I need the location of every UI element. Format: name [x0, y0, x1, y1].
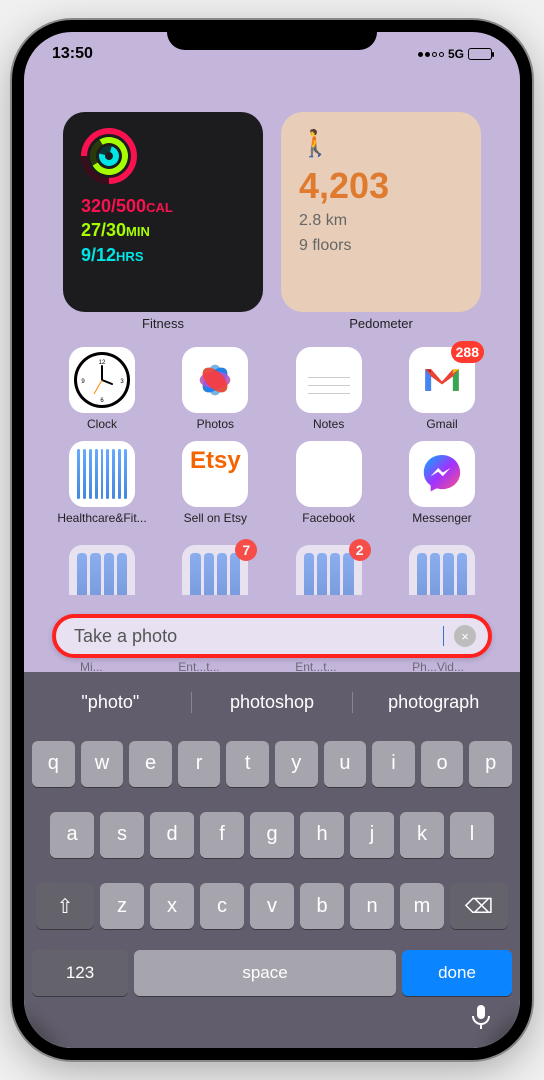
key-e[interactable]: e: [129, 741, 172, 787]
kb-row-2: asdfghjkl: [32, 812, 512, 858]
key-b[interactable]: b: [300, 883, 344, 929]
etsy-icon: Etsy: [182, 441, 248, 507]
key-z[interactable]: z: [100, 883, 144, 929]
key-o[interactable]: o: [421, 741, 464, 787]
rename-input[interactable]: [74, 626, 443, 647]
fitness-widget[interactable]: 320/500CAL 27/30MIN 9/12HRS: [63, 112, 263, 312]
pedometer-steps: 4,203: [299, 165, 463, 207]
key-w[interactable]: w: [81, 741, 124, 787]
suggestion-1[interactable]: "photo": [30, 692, 192, 713]
app-clock[interactable]: 123 69 Clock: [52, 347, 152, 431]
app-gmail[interactable]: 288 Gmail: [392, 347, 492, 431]
activity-rings-icon: [81, 128, 137, 184]
kb-row-3: ⇧ zxcvbnm ⌫: [32, 883, 512, 929]
key-a[interactable]: a: [50, 812, 94, 858]
key-d[interactable]: d: [150, 812, 194, 858]
messenger-icon: [409, 441, 475, 507]
pedometer-floors: 9 floors: [299, 236, 463, 257]
photos-icon: [182, 347, 248, 413]
suggestion-2[interactable]: photoshop: [192, 692, 354, 713]
pedometer-widget-label: Pedometer: [349, 316, 413, 331]
battery-icon: [468, 48, 492, 60]
key-h[interactable]: h: [300, 812, 344, 858]
suggestion-bar: "photo" photoshop photograph: [30, 680, 514, 724]
phone-frame: 13:50 5G 320/500CAL 27/30MIN: [12, 20, 532, 1060]
key-s[interactable]: s: [100, 812, 144, 858]
key-y[interactable]: y: [275, 741, 318, 787]
key-q[interactable]: q: [32, 741, 75, 787]
gmail-badge: 288: [451, 341, 484, 363]
truncated-folder-labels: Mi... Ent...t... Ent...t... Ph...Vid...: [52, 658, 492, 674]
folder-icon: [69, 441, 135, 507]
key-v[interactable]: v: [250, 883, 294, 929]
status-right: 5G: [418, 47, 492, 61]
peek-badge-2: 2: [349, 539, 371, 561]
svg-text:9: 9: [81, 379, 85, 385]
app-photos[interactable]: Photos: [165, 347, 265, 431]
facebook-icon: f: [296, 441, 362, 507]
app-library-rename-field[interactable]: ×: [52, 614, 492, 658]
dictation-button[interactable]: [470, 1004, 492, 1036]
svg-text:3: 3: [120, 379, 124, 385]
key-k[interactable]: k: [400, 812, 444, 858]
fitness-widget-label: Fitness: [142, 316, 184, 331]
key-j[interactable]: j: [350, 812, 394, 858]
app-facebook[interactable]: f Facebook: [279, 441, 379, 525]
key-t[interactable]: t: [226, 741, 269, 787]
key-delete[interactable]: ⌫: [450, 883, 508, 929]
notes-icon: [296, 347, 362, 413]
clear-text-button[interactable]: ×: [454, 625, 476, 647]
peek-badge-1: 7: [235, 539, 257, 561]
key-p[interactable]: p: [469, 741, 512, 787]
keyboard: "photo" photoshop photograph qwertyuiop …: [24, 672, 520, 1048]
pedometer-distance: 2.8 km: [299, 211, 463, 232]
fitness-min: 27/30: [81, 220, 126, 240]
signal-dots-icon: [418, 52, 444, 57]
key-x[interactable]: x: [150, 883, 194, 929]
key-f[interactable]: f: [200, 812, 244, 858]
kb-row-1: qwertyuiop: [32, 741, 512, 787]
svg-text:6: 6: [100, 398, 104, 404]
key-c[interactable]: c: [200, 883, 244, 929]
svg-text:12: 12: [99, 360, 106, 366]
folder-healthcare[interactable]: Healthcare&Fit...: [52, 441, 152, 525]
close-icon: ×: [461, 629, 469, 644]
key-n[interactable]: n: [350, 883, 394, 929]
key-shift[interactable]: ⇧: [36, 883, 94, 929]
folder-peek-3[interactable]: 2: [279, 545, 379, 595]
clock-icon: 12 3 6 9: [74, 352, 130, 408]
screen: 13:50 5G 320/500CAL 27/30MIN: [24, 32, 520, 1048]
status-time: 13:50: [52, 45, 93, 63]
walker-icon: 🚶: [299, 128, 463, 159]
key-u[interactable]: u: [324, 741, 367, 787]
key-r[interactable]: r: [178, 741, 221, 787]
app-etsy[interactable]: Etsy Sell on Etsy: [165, 441, 265, 525]
app-messenger[interactable]: Messenger: [392, 441, 492, 525]
fitness-hrs: 9/12: [81, 245, 116, 265]
folder-peek-4[interactable]: [392, 545, 492, 595]
pedometer-widget[interactable]: 🚶 4,203 2.8 km 9 floors: [281, 112, 481, 312]
network-label: 5G: [448, 47, 464, 61]
mic-icon: [470, 1004, 492, 1030]
key-i[interactable]: i: [372, 741, 415, 787]
suggestion-3[interactable]: photograph: [353, 692, 514, 713]
key-m[interactable]: m: [400, 883, 444, 929]
fitness-cal: 320/500: [81, 196, 146, 216]
app-notes[interactable]: Notes: [279, 347, 379, 431]
key-g[interactable]: g: [250, 812, 294, 858]
folder-peek-1[interactable]: [52, 545, 152, 595]
key-space[interactable]: space: [134, 950, 396, 996]
notch: [167, 20, 377, 50]
key-l[interactable]: l: [450, 812, 494, 858]
key-more[interactable]: 123: [32, 950, 128, 996]
key-done[interactable]: done: [402, 950, 512, 996]
folder-peek-2[interactable]: 7: [165, 545, 265, 595]
